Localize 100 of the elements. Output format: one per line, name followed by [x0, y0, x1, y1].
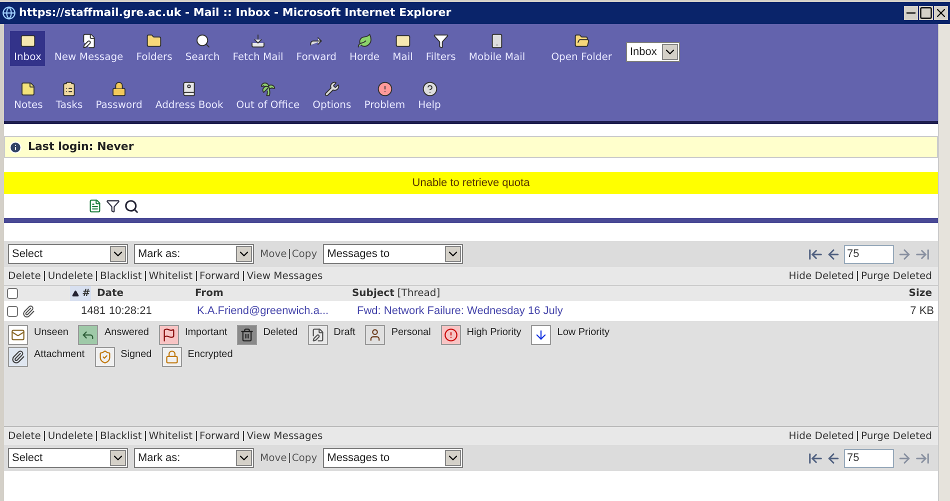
alert-icon [376, 81, 393, 98]
toolbar-button[interactable]: Mail [388, 30, 417, 66]
first-page-icon[interactable] [808, 246, 823, 262]
first-page-icon[interactable] [808, 450, 823, 466]
toolbar-button[interactable]: Problem [360, 79, 410, 114]
deleted-action-link[interactable]: Purge Deleted [860, 268, 932, 284]
message-date: 10:28:21 [109, 304, 153, 319]
action-link[interactable]: Whitelist [148, 428, 193, 444]
folder-icon [574, 32, 590, 49]
toolbar-button[interactable]: Fetch Mail [228, 30, 288, 66]
copy-link[interactable]: Copy [292, 246, 318, 262]
legend-label: Low Priority [557, 326, 610, 340]
action-link[interactable]: Forward [200, 428, 240, 444]
clipboard-icon [61, 81, 78, 98]
legend-label: Answered [104, 326, 149, 340]
lock-icon [162, 347, 182, 367]
trash-icon [237, 325, 258, 345]
toolbar-button[interactable]: Address Book [151, 79, 228, 114]
document-icon[interactable] [88, 199, 102, 213]
subject-link[interactable]: Fwd: Network Failure: Wednesday 16 July [357, 302, 563, 320]
filter-icon [432, 32, 449, 49]
thread-link[interactable]: [Thread] [397, 286, 440, 301]
move-link[interactable]: Move [260, 246, 287, 262]
toolbar-button[interactable]: Filters [422, 30, 460, 66]
maximize-icon[interactable] [919, 6, 933, 20]
column-header[interactable]: Size [908, 286, 932, 301]
action-link[interactable]: Blacklist [100, 428, 142, 444]
toolbar-button[interactable]: New Message [50, 30, 128, 66]
copy-link[interactable]: Copy [292, 450, 318, 466]
toolbar-button[interactable]: Mobile Mail [464, 30, 530, 66]
toolbar-button[interactable]: Horde [346, 30, 384, 66]
toolbar-button[interactable]: Notes [10, 79, 47, 114]
note-icon [20, 81, 36, 98]
toolbar-button[interactable]: Search [181, 30, 224, 66]
dropdown[interactable]: Messages to [323, 244, 464, 264]
action-link[interactable]: Whitelist [148, 268, 193, 284]
legend-label: Attachment [34, 348, 85, 362]
row-checkbox[interactable] [7, 306, 18, 316]
previous-page-icon[interactable] [826, 450, 841, 466]
legend-label: Unseen [34, 326, 68, 340]
page-field[interactable]: 75 [844, 448, 894, 468]
previous-page-icon[interactable] [826, 246, 841, 262]
deleted-action-link[interactable]: Hide Deleted [788, 268, 854, 284]
page-field[interactable]: 75 [844, 244, 894, 264]
sort-ascending-icon[interactable] [72, 290, 79, 297]
toolbar-button[interactable]: Tasks [52, 79, 87, 114]
action-link[interactable]: Delete [8, 268, 41, 284]
action-link[interactable]: Forward [200, 268, 240, 284]
toolbar-button[interactable]: Forward [292, 30, 341, 66]
message-number: 1481 [81, 304, 106, 319]
person-icon [365, 325, 386, 345]
dropdown[interactable]: Inbox [626, 42, 680, 62]
search-icon[interactable] [124, 198, 139, 214]
action-link[interactable]: View Messages [246, 428, 323, 444]
column-header[interactable]: From [194, 286, 352, 301]
legend-label: Signed [120, 348, 152, 362]
address-book-icon [181, 81, 198, 98]
legend-label: Draft [334, 326, 356, 340]
action-link[interactable]: Blacklist [100, 268, 142, 284]
filter-icon[interactable] [106, 199, 120, 213]
toolbar-button[interactable]: Help [414, 79, 445, 114]
last-login-notice: Last login: Never [4, 136, 938, 158]
dropdown[interactable]: Select [8, 244, 128, 264]
reply-icon [78, 325, 98, 345]
deleted-action-link[interactable]: Hide Deleted [788, 428, 854, 444]
dropdown[interactable]: Select [8, 448, 128, 468]
palm-tree-icon [260, 81, 276, 98]
dropdown[interactable]: Messages to [323, 448, 464, 468]
legend-label: Important [184, 326, 228, 340]
move-link[interactable]: Move [260, 450, 287, 466]
action-link[interactable]: View Messages [246, 268, 323, 284]
window-title: https://staffmail.gre.ac.uk - Mail :: Inbox - Microsoft Internet Explorer [19, 4, 452, 21]
action-link[interactable]: Undelete [48, 268, 94, 284]
legend-label: Deleted [263, 326, 298, 340]
exclamation-icon [440, 325, 461, 345]
legend-label: Encrypted [188, 348, 233, 362]
toolbar-button[interactable]: Inbox [10, 30, 46, 66]
dropdown[interactable]: Mark as: [134, 448, 254, 468]
column-header[interactable]: Date [96, 286, 195, 301]
toolbar-button[interactable]: Out of Office [232, 79, 304, 114]
action-link[interactable]: Delete [8, 428, 41, 444]
action-link[interactable]: Undelete [48, 428, 94, 444]
minimize-icon[interactable] [904, 6, 918, 20]
deleted-action-link[interactable]: Purge Deleted [860, 428, 932, 444]
legend-label: High Priority [466, 326, 522, 340]
draft-page-icon [308, 325, 328, 345]
dropdown[interactable]: Mark as: [134, 244, 254, 264]
column-header[interactable]: Subject [352, 286, 394, 301]
help-icon [422, 81, 438, 98]
toolbar-button[interactable]: Options [308, 79, 356, 114]
info-icon [9, 140, 22, 154]
select-all-checkbox[interactable] [7, 288, 18, 299]
certificate-icon [94, 347, 115, 367]
pencil-page-icon [80, 32, 97, 49]
close-icon[interactable] [934, 6, 948, 20]
sender-link[interactable]: K.A.Friend@greenwich.a... [197, 302, 357, 320]
folder-icon [146, 32, 162, 49]
toolbar-button[interactable]: Folders [132, 30, 176, 66]
open-folder-button[interactable]: Open Folder [547, 30, 616, 66]
toolbar-button[interactable]: Password [92, 79, 146, 114]
